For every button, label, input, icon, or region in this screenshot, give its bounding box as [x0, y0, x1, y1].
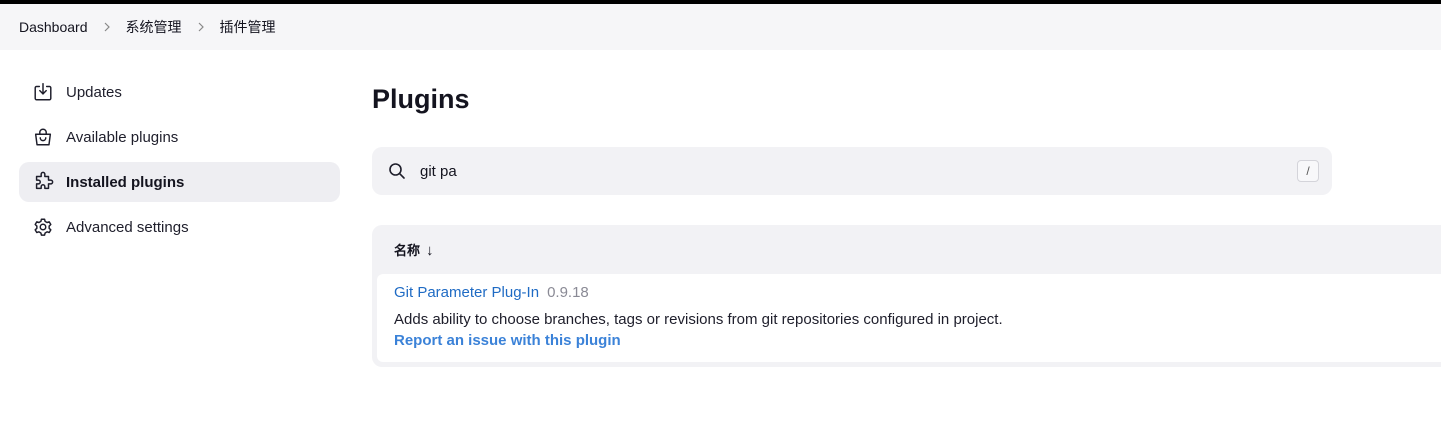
- column-header-label: 名称: [394, 243, 421, 258]
- sidebar-item-available-plugins[interactable]: Available plugins: [19, 117, 340, 157]
- sidebar-item-label: Available plugins: [66, 128, 179, 146]
- chevron-right-icon: [88, 22, 126, 32]
- sidebar-item-label: Advanced settings: [66, 218, 189, 236]
- sidebar-item-updates[interactable]: Updates: [19, 72, 340, 112]
- breadcrumb-system-management[interactable]: 系统管理: [126, 17, 182, 37]
- main-content: Plugins / 名称 ↓ Git Parameter Plug-In 0.9.…: [372, 72, 1441, 367]
- download-icon: [31, 80, 55, 104]
- sidebar-item-label: Updates: [66, 83, 122, 101]
- sidebar: Updates Available plugins Installed plug…: [19, 72, 340, 252]
- plugins-table: 名称 ↓ Git Parameter Plug-In 0.9.18 Adds ab…: [372, 225, 1441, 367]
- sidebar-item-advanced-settings[interactable]: Advanced settings: [19, 207, 340, 247]
- sidebar-item-installed-plugins[interactable]: Installed plugins: [19, 162, 340, 202]
- breadcrumb-dashboard[interactable]: Dashboard: [19, 19, 88, 35]
- chevron-right-icon: [182, 22, 220, 32]
- column-header-name[interactable]: 名称 ↓: [394, 240, 434, 259]
- plugin-name-link[interactable]: Git Parameter Plug-In: [394, 284, 539, 301]
- table-header: 名称 ↓: [372, 225, 1441, 274]
- table-row: Git Parameter Plug-In 0.9.18 Adds abilit…: [377, 274, 1441, 362]
- sidebar-item-label: Installed plugins: [66, 173, 185, 191]
- plugin-description: Adds ability to choose branches, tags or…: [394, 311, 1003, 328]
- page-title: Plugins: [372, 84, 470, 114]
- breadcrumb-plugin-management[interactable]: 插件管理: [220, 17, 276, 37]
- report-issue-link[interactable]: Report an issue with this plugin: [394, 332, 621, 349]
- plugin-version: 0.9.18: [547, 284, 589, 301]
- search-bar[interactable]: /: [372, 147, 1332, 195]
- shopping-bag-icon: [31, 125, 55, 149]
- breadcrumb: Dashboard 系统管理 插件管理: [0, 4, 1441, 50]
- sort-down-icon: ↓: [426, 242, 434, 259]
- gear-icon: [31, 215, 55, 239]
- keyboard-shortcut-badge: /: [1297, 160, 1319, 182]
- search-input[interactable]: [420, 162, 1280, 180]
- plugin-title-line: Git Parameter Plug-In 0.9.18: [394, 284, 1424, 301]
- puzzle-icon: [31, 170, 55, 194]
- search-icon: [388, 162, 406, 180]
